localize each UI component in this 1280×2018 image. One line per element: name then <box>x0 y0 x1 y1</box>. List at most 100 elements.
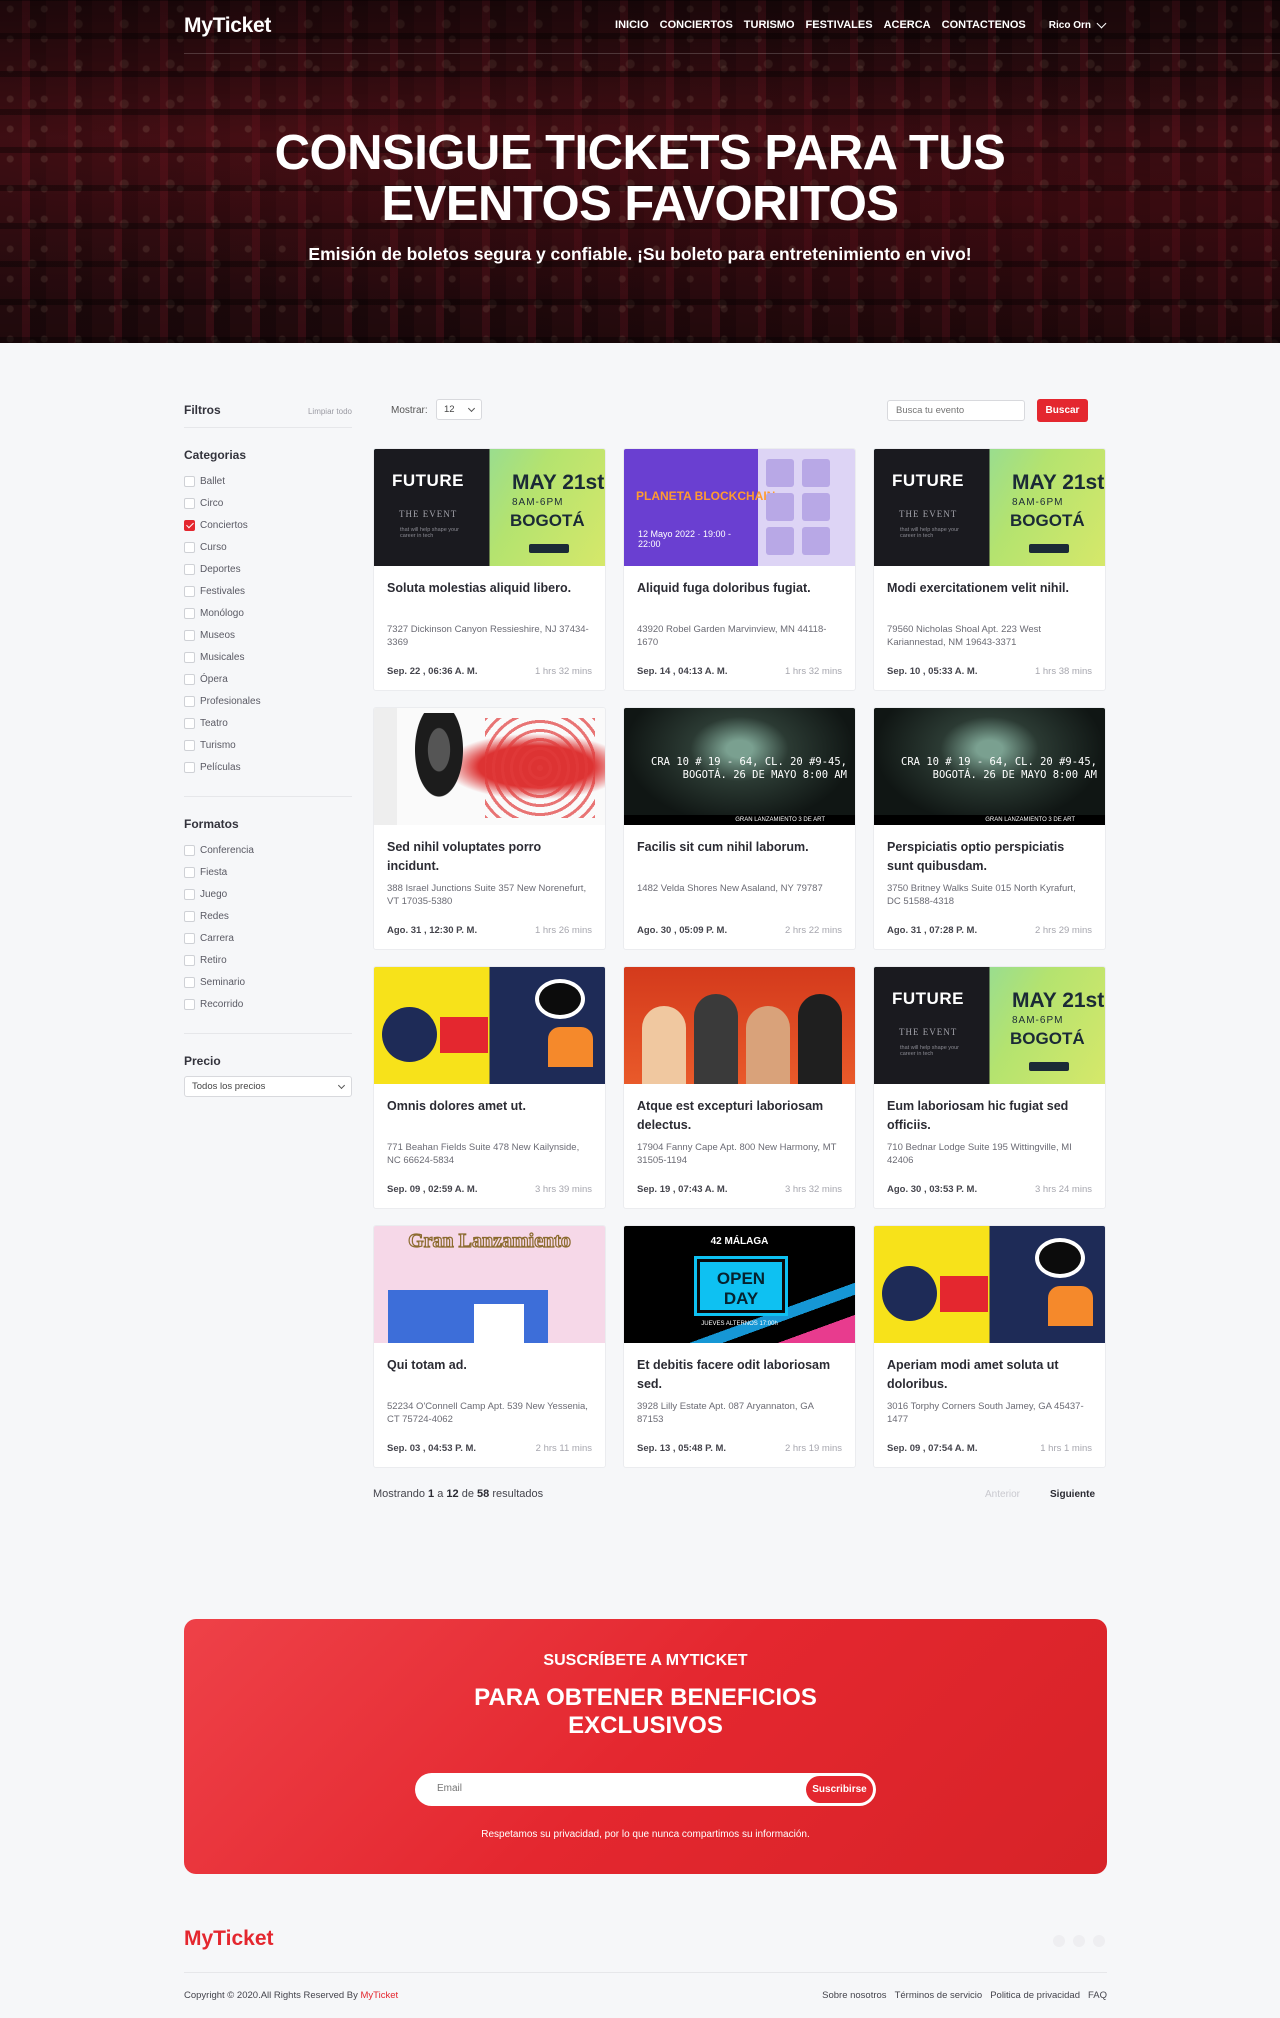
format-checkbox[interactable]: Seminario <box>184 971 352 993</box>
social-icon[interactable] <box>1093 1935 1105 1947</box>
footer-link-about[interactable]: Sobre nosotros <box>822 1990 886 2001</box>
format-checkbox[interactable]: Redes <box>184 905 352 927</box>
subscribe-heading-line2: EXCLUSIVOS <box>568 1712 723 1739</box>
site-logo[interactable]: MyTicket <box>184 14 271 38</box>
nav-link-inicio[interactable]: INICIO <box>615 19 649 31</box>
checkbox-box[interactable] <box>184 519 195 531</box>
category-checkbox[interactable]: Museos <box>184 624 352 646</box>
search-button[interactable]: Buscar <box>1037 399 1088 422</box>
checkbox-box[interactable] <box>184 563 195 575</box>
clear-all-link[interactable]: Limpiar todo <box>308 407 352 416</box>
checkbox-box[interactable] <box>184 607 195 619</box>
person-figure <box>798 994 842 1084</box>
checkbox-box[interactable] <box>184 475 195 487</box>
category-checkbox[interactable]: Teatro <box>184 712 352 734</box>
fair-date-box <box>440 1017 488 1053</box>
prev-page-button[interactable]: Anterior <box>985 1489 1020 1500</box>
event-card[interactable]: Omnis dolores amet ut. 771 Beahan Fields … <box>373 966 606 1209</box>
page-size-select[interactable]: 12 <box>436 399 482 420</box>
event-address: 3750 Britney Walks Suite 015 North Kyraf… <box>887 883 1076 907</box>
event-image: CRA 10 # 19 - 64, CL. 20 #9-45, BOGOTÁ. … <box>624 708 855 825</box>
event-address: 3928 Lilly Estate Apt. 087 Aryannaton, G… <box>637 1401 814 1425</box>
event-meta: Sep. 03 , 04:53 P. M. 2 hrs 11 mins <box>387 1443 592 1454</box>
checkbox-box[interactable] <box>184 976 195 988</box>
social-icon[interactable] <box>1073 1935 1085 1947</box>
footer-logo[interactable]: MyTicket <box>184 1927 274 1951</box>
hero-banner: MyTicket INICIO CONCIERTOS TURISMO FESTI… <box>0 0 1280 343</box>
format-checkbox[interactable]: Conferencia <box>184 839 352 861</box>
nav-link-festivales[interactable]: FESTIVALES <box>806 19 873 31</box>
search-input[interactable] <box>887 400 1025 421</box>
nav-link-contactenos[interactable]: CONTACTENOS <box>942 19 1026 31</box>
checkbox-box[interactable] <box>184 888 195 900</box>
checkbox-box[interactable] <box>184 541 195 553</box>
checkbox-box[interactable] <box>184 954 195 966</box>
category-checkbox[interactable]: Curso <box>184 536 352 558</box>
subscribe-button[interactable]: Suscribirse <box>806 1776 873 1803</box>
thumb-text: THE EVENT <box>899 509 958 519</box>
checkbox-box[interactable] <box>184 932 195 944</box>
checkbox-box[interactable] <box>184 998 195 1010</box>
category-checkbox[interactable]: Deportes <box>184 558 352 580</box>
nav-divider <box>184 53 1280 54</box>
speaker-photo <box>766 459 794 487</box>
event-card[interactable]: FUTURE THE EVENT that will help shape your… <box>873 966 1106 1209</box>
checkbox-box[interactable] <box>184 497 195 509</box>
event-card[interactable]: Gran Lanzamiento Qui totam ad. 52234 O'Con… <box>373 1225 606 1468</box>
format-checkbox[interactable]: Juego <box>184 883 352 905</box>
checkbox-box[interactable] <box>184 673 195 685</box>
checkbox-box[interactable] <box>184 761 195 773</box>
event-card[interactable]: CRA 10 # 19 - 64, CL. 20 #9-45, BOGOTÁ. … <box>873 707 1106 950</box>
category-checkbox[interactable]: Ópera <box>184 668 352 690</box>
category-checkbox[interactable]: Festivales <box>184 580 352 602</box>
event-card[interactable]: Atque est excepturi laboriosam delectus.… <box>623 966 856 1209</box>
event-card[interactable]: PLANETA BLOCKCHAIN 12 Mayo 2022 · 19:00 -… <box>623 448 856 691</box>
category-checkbox[interactable]: Musicales <box>184 646 352 668</box>
nav-link-conciertos[interactable]: CONCIERTOS <box>660 19 733 31</box>
checkbox-box[interactable] <box>184 844 195 856</box>
category-checkbox[interactable]: Ballet <box>184 470 352 492</box>
email-field[interactable] <box>437 1783 767 1794</box>
checkbox-box[interactable] <box>184 695 195 707</box>
event-meta: Sep. 14 , 04:13 A. M. 1 hrs 32 mins <box>637 666 842 677</box>
category-checkbox[interactable]: Conciertos <box>184 514 352 536</box>
checkbox-box[interactable] <box>184 717 195 729</box>
checkbox-box[interactable] <box>184 739 195 751</box>
footer-link-faq[interactable]: FAQ <box>1088 1990 1107 2001</box>
event-card[interactable]: FUTURE THE EVENT that will help shape your… <box>373 448 606 691</box>
copyright-brand-link[interactable]: MyTicket <box>361 1990 399 2001</box>
category-checkbox[interactable]: Profesionales <box>184 690 352 712</box>
rsvp-badge <box>529 544 569 553</box>
price-select[interactable]: Todos los precios <box>184 1076 352 1097</box>
event-image: PLANETA BLOCKCHAIN 12 Mayo 2022 · 19:00 -… <box>624 449 855 566</box>
footer-link-privacy[interactable]: Politica de privacidad <box>990 1990 1080 2001</box>
footer-link-terms[interactable]: Términos de servicio <box>895 1990 983 2001</box>
event-card[interactable]: Aperiam modi amet soluta ut doloribus. 30… <box>873 1225 1106 1468</box>
event-card[interactable]: 42 MÁLAGA OPEN DAY JUEVES ALTERNOS 17:00h E… <box>623 1225 856 1468</box>
social-icon[interactable] <box>1053 1935 1065 1947</box>
format-checkbox[interactable]: Fiesta <box>184 861 352 883</box>
category-checkbox[interactable]: Turismo <box>184 734 352 756</box>
event-card[interactable]: Sed nihil voluptates porro incidunt. 388 … <box>373 707 606 950</box>
nav-link-turismo[interactable]: TURISMO <box>744 19 795 31</box>
checkbox-box[interactable] <box>184 866 195 878</box>
format-checkbox[interactable]: Carrera <box>184 927 352 949</box>
checkbox-box[interactable] <box>184 585 195 597</box>
nav-link-acerca[interactable]: ACERCA <box>884 19 931 31</box>
checkbox-box[interactable] <box>184 910 195 922</box>
checkbox-box[interactable] <box>184 651 195 663</box>
event-date: Sep. 14 , 04:13 A. M. <box>637 666 728 677</box>
event-card[interactable]: CRA 10 # 19 - 64, CL. 20 #9-45, BOGOTÁ. … <box>623 707 856 950</box>
event-meta: Sep. 19 , 07:43 A. M. 3 hrs 32 mins <box>637 1184 842 1195</box>
chevron-down-icon <box>337 1081 346 1089</box>
user-menu[interactable]: Rico Orn <box>1049 18 1107 31</box>
category-checkbox[interactable]: Circo <box>184 492 352 514</box>
format-checkbox[interactable]: Retiro <box>184 949 352 971</box>
format-checkbox[interactable]: Recorrido <box>184 993 352 1015</box>
category-checkbox[interactable]: Monólogo <box>184 602 352 624</box>
next-page-button[interactable]: Siguiente <box>1050 1489 1095 1500</box>
checkbox-box[interactable] <box>184 629 195 641</box>
event-card[interactable]: FUTURE THE EVENT that will help shape your… <box>873 448 1106 691</box>
person-figure <box>642 1006 686 1084</box>
category-checkbox[interactable]: Películas <box>184 756 352 778</box>
